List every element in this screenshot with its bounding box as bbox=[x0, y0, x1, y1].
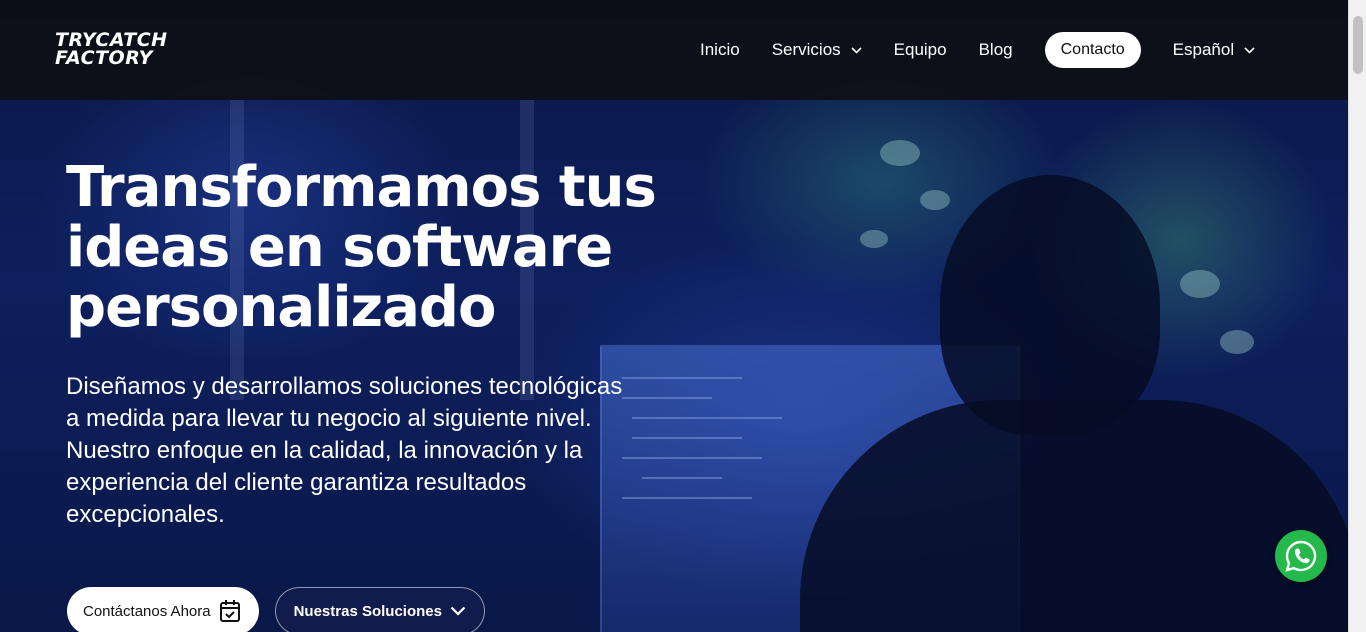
whatsapp-icon bbox=[1285, 540, 1317, 572]
bg-plant-leaf bbox=[860, 230, 888, 248]
nav-item-label: Blog bbox=[978, 40, 1013, 59]
whatsapp-button[interactable] bbox=[1275, 530, 1327, 582]
contact-now-button[interactable]: Contáctanos Ahora bbox=[67, 587, 259, 632]
bg-plant-leaf bbox=[1180, 270, 1220, 298]
calendar-check-icon bbox=[219, 600, 240, 622]
page-scrollbar[interactable] bbox=[1348, 0, 1366, 632]
nav-item-label: Servicios bbox=[771, 40, 841, 59]
language-label: Español bbox=[1172, 40, 1235, 59]
nav-item-inicio[interactable]: Inicio bbox=[700, 40, 740, 60]
logo[interactable]: TRYCATCH FACTORY bbox=[55, 31, 168, 69]
language-selector[interactable]: Español bbox=[1173, 40, 1255, 60]
chevron-down-icon bbox=[1244, 46, 1255, 54]
nav-item-blog[interactable]: Blog bbox=[979, 40, 1013, 60]
hero-subtitle: Diseñamos y desarrollamos soluciones tec… bbox=[66, 373, 623, 528]
logo-line-2: FACTORY bbox=[55, 47, 153, 69]
hero-cta-row: Contáctanos Ahora Nuestras Soluciones bbox=[67, 587, 485, 632]
bg-plant-leaf bbox=[1220, 330, 1254, 354]
main-nav: Inicio Servicios Equipo Blog Contacto Es… bbox=[700, 32, 1287, 68]
our-solutions-label: Nuestras Soluciones bbox=[293, 602, 442, 620]
chevron-down-icon bbox=[851, 46, 862, 54]
contact-now-label: Contáctanos Ahora bbox=[83, 602, 211, 620]
nav-item-label: Inicio bbox=[700, 40, 740, 59]
site-header: TRYCATCH FACTORY Inicio Servicios Equipo… bbox=[0, 0, 1348, 100]
bg-person-head bbox=[940, 175, 1160, 435]
bg-plant-leaf bbox=[880, 140, 920, 166]
nav-item-equipo[interactable]: Equipo bbox=[894, 40, 947, 60]
nav-item-label: Equipo bbox=[893, 40, 947, 59]
bg-plant-leaf bbox=[920, 190, 950, 210]
contact-button[interactable]: Contacto bbox=[1044, 32, 1141, 68]
scrollbar-thumb[interactable] bbox=[1353, 16, 1363, 74]
chevron-down-icon bbox=[450, 606, 466, 616]
our-solutions-button[interactable]: Nuestras Soluciones bbox=[274, 587, 485, 632]
nav-item-servicios[interactable]: Servicios bbox=[772, 40, 862, 60]
hero-title: Transformamos tus ideas en software pers… bbox=[66, 155, 657, 340]
